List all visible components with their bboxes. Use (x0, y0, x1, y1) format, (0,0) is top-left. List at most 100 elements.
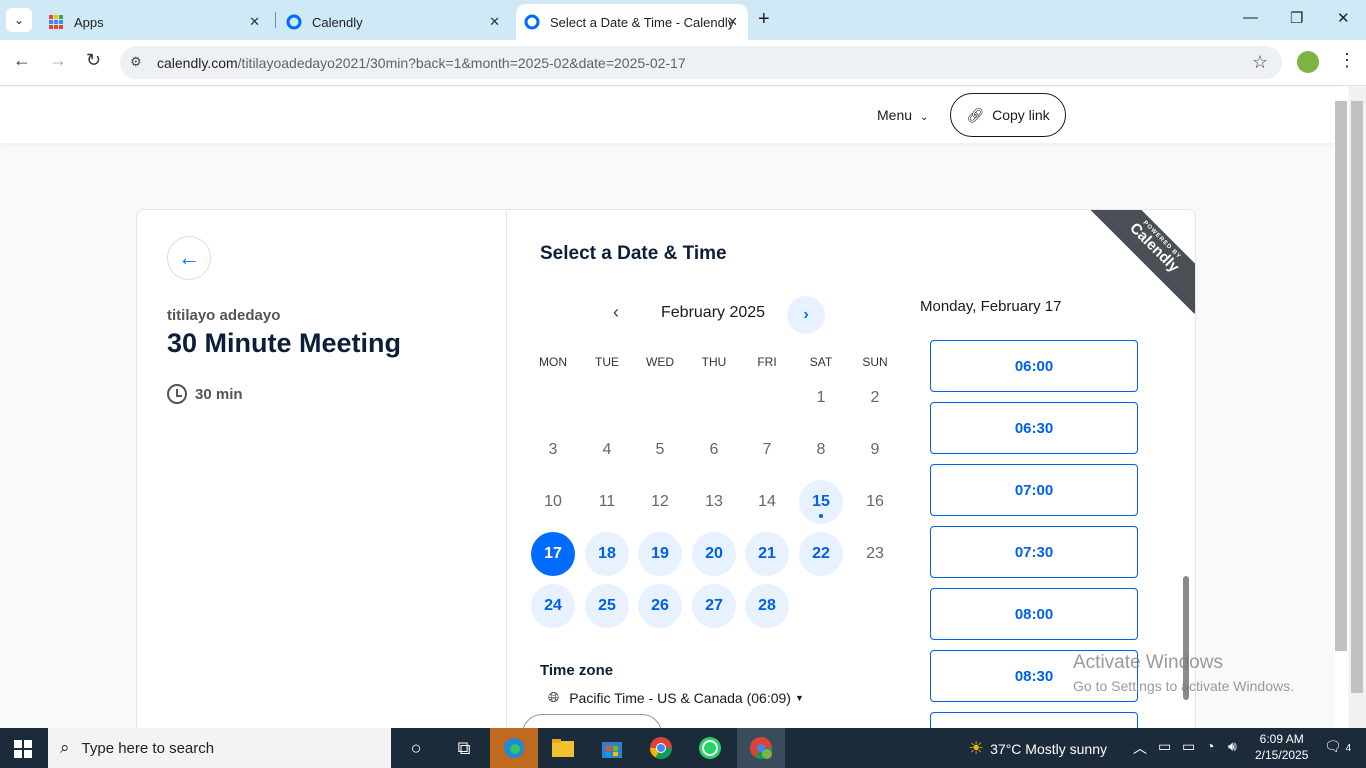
scrollbar-thumb[interactable] (1335, 101, 1347, 651)
time-slot-button[interactable]: 06:00 (930, 340, 1138, 392)
whatsapp-icon[interactable] (686, 728, 734, 768)
powered-by-calendly-ribbon[interactable]: POWERED BY Calendly (1088, 210, 1195, 314)
copy-link-label: Copy link (992, 107, 1050, 123)
previous-month-icon[interactable]: ‹ (613, 302, 619, 323)
calendar-day[interactable]: 19 (638, 532, 682, 576)
new-tab-icon[interactable]: + (758, 8, 770, 31)
task-view-icon[interactable]: ⧉ (440, 728, 488, 768)
selected-date-heading: Monday, February 17 (920, 298, 1062, 315)
restore-icon[interactable]: ❐ (1290, 9, 1303, 27)
window-close-icon[interactable]: ✕ (1337, 9, 1350, 27)
calendar-day-number: 24 (544, 597, 562, 614)
page-scrollbar[interactable] (1334, 87, 1348, 728)
wifi-icon[interactable]: ◔ (1206, 738, 1214, 754)
calendar-day-number: 2 (870, 389, 880, 406)
notification-count: 4 (1345, 743, 1352, 754)
calendar-day: 9 (853, 428, 897, 472)
address-bar[interactable]: ⚙ calendly.com/titilayoadedayo2021/30min… (120, 46, 1282, 79)
tab-separator (275, 12, 276, 28)
chevron-down-icon: ⌄ (13, 13, 25, 27)
weather-text: 37°C Mostly sunny (990, 740, 1108, 757)
meet-now-icon[interactable]: ▭ (1158, 738, 1171, 755)
edge-icon[interactable] (490, 728, 538, 768)
tab-select-date-time[interactable]: Select a Date & Time - Calendly ✕ (516, 4, 748, 40)
next-month-button[interactable]: › (787, 296, 825, 334)
calendar-day[interactable]: 20 (692, 532, 736, 576)
calendar-day-number: 7 (762, 441, 772, 458)
calendar-day: 11 (585, 480, 629, 524)
today-indicator-dot (819, 514, 823, 518)
browser-scrollbar[interactable] (1349, 87, 1366, 728)
tab-apps[interactable]: Apps ✕ (40, 4, 270, 40)
calendar-day[interactable]: 18 (585, 532, 629, 576)
arrow-left-icon: ← (178, 245, 200, 270)
close-icon[interactable]: ✕ (489, 14, 500, 30)
site-info-icon[interactable]: ⚙ (130, 54, 142, 70)
weather-widget[interactable]: ☀ 37°C Mostly sunny (968, 738, 1107, 759)
time-slot-button[interactable]: 08:00 (930, 588, 1138, 640)
url-text: calendly.com/titilayoadedayo2021/30min?b… (157, 55, 686, 71)
bookmark-star-icon[interactable]: ☆ (1252, 52, 1268, 73)
windows-start-icon[interactable] (14, 740, 32, 758)
activate-windows-watermark: Activate Windows Go to Settings to activ… (1073, 652, 1294, 694)
battery-icon[interactable]: ▭ (1182, 738, 1195, 755)
menu-button[interactable]: Menu ⌄ (877, 107, 928, 123)
close-icon[interactable]: ✕ (727, 14, 738, 30)
chevron-right-icon: › (803, 306, 809, 323)
tab-label: Select a Date & Time - Calendly (550, 14, 735, 30)
taskbar-search[interactable]: ⌕ Type here to search (48, 728, 391, 768)
calendar-day: 5 (638, 428, 682, 472)
store-icon[interactable] (588, 728, 636, 768)
time-slot-button[interactable]: 07:00 (930, 464, 1138, 516)
calendar-day[interactable]: 25 (585, 584, 629, 628)
calendar-day-number: 23 (866, 545, 884, 562)
calendar-day[interactable]: 27 (692, 584, 736, 628)
calendar-day-number: 14 (758, 493, 776, 510)
calendar-day-number: 11 (598, 493, 616, 510)
cortana-icon[interactable]: ○ (392, 728, 440, 768)
url-path: /titilayoadedayo2021/30min?back=1&month=… (237, 55, 686, 71)
calendar-day: 23 (853, 532, 897, 576)
event-title: 30 Minute Meeting (167, 328, 402, 358)
calendar-day[interactable]: 15 (799, 480, 843, 524)
timezone-select[interactable]: 🌐︎ Pacific Time - US & Canada (06:09) ▼ (548, 689, 804, 706)
calendar-day-number: 25 (598, 597, 616, 614)
time-slot-button[interactable]: 06:30 (930, 402, 1138, 454)
calendar-day[interactable]: 28 (745, 584, 789, 628)
chevron-down-icon: ⌄ (920, 112, 929, 123)
forward-arrow-icon[interactable]: → (49, 50, 67, 71)
calendar-day[interactable]: 26 (638, 584, 682, 628)
notification-center[interactable]: 🗨︎ 4 (1324, 738, 1351, 755)
tab-calendly[interactable]: Calendly ✕ (278, 4, 510, 40)
tab-search-button[interactable]: ⌄ (6, 8, 32, 32)
copy-link-button[interactable]: 🔗︎ Copy link (950, 93, 1066, 137)
back-arrow-icon[interactable]: ← (13, 50, 31, 71)
timezone-value: Pacific Time - US & Canada (06:09) (569, 689, 791, 706)
calendar-day[interactable]: 17 (531, 532, 575, 576)
calendar-day[interactable]: 21 (745, 532, 789, 576)
calendar-day-number: 18 (598, 545, 616, 562)
file-explorer-icon[interactable] (539, 728, 587, 768)
reload-icon[interactable]: ↻ (86, 50, 101, 71)
timezone-title: Time zone (540, 662, 614, 679)
chrome-profile-icon[interactable] (737, 728, 785, 768)
calendar-day: 16 (853, 480, 897, 524)
taskbar-clock[interactable]: 6:09 AM 2/15/2025 (1255, 731, 1308, 763)
calendar-day-number: 17 (544, 545, 562, 562)
calendar-day[interactable]: 22 (799, 532, 843, 576)
chrome-icon[interactable] (637, 728, 685, 768)
calendar-day[interactable]: 24 (531, 584, 575, 628)
calendar-day-number: 10 (544, 493, 562, 510)
more-menu-icon[interactable]: ⋮ (1338, 50, 1356, 71)
chevron-up-icon[interactable]: ︿ (1133, 738, 1147, 758)
scrollbar-thumb[interactable] (1351, 101, 1363, 693)
volume-icon[interactable]: 🔊︎ (1228, 738, 1237, 755)
minimize-icon[interactable]: — (1243, 9, 1258, 26)
link-icon: 🔗︎ (966, 106, 985, 123)
calendar-day: 4 (585, 428, 629, 472)
profile-avatar[interactable] (1297, 51, 1319, 73)
time-slot-button[interactable]: 07:30 (930, 526, 1138, 578)
close-icon[interactable]: ✕ (249, 14, 260, 30)
calendar-day: 8 (799, 428, 843, 472)
back-button[interactable]: ← (167, 236, 211, 280)
